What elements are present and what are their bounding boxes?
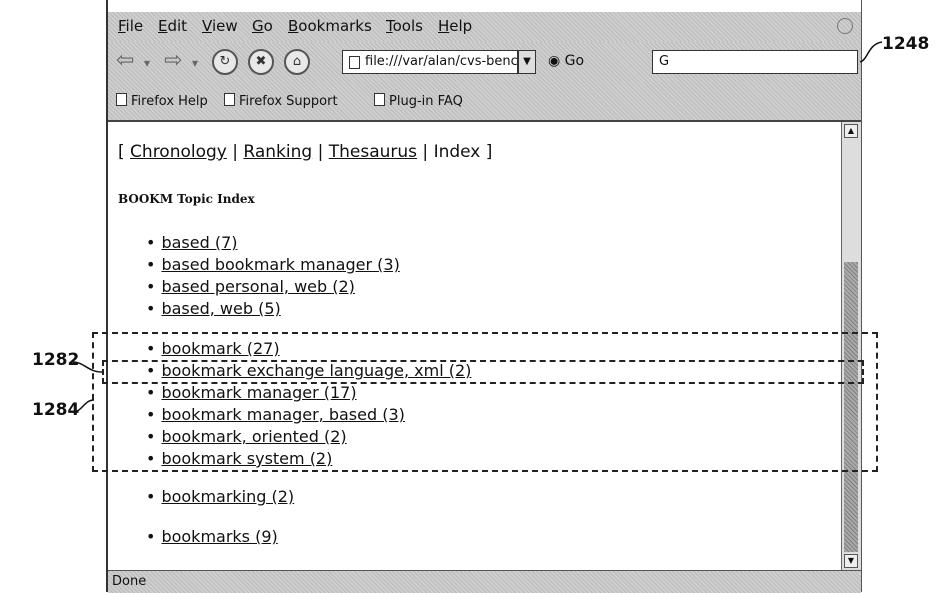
leader-line-1282 [72, 361, 103, 373]
home-icon[interactable]: ⌂ [284, 49, 310, 75]
nav-sep: | [232, 142, 238, 162]
go-button[interactable]: ◉ Go [548, 53, 584, 69]
nav-bracket-open: [ [118, 142, 125, 162]
throbber-icon [837, 18, 853, 34]
menu-file[interactable]: File [118, 17, 143, 35]
bookmarks-toolbar: Firefox Help Firefox Support Plug-in FAQ [108, 82, 861, 122]
topic-group-bookmarks: bookmarks (9) [146, 526, 277, 548]
menu-tools[interactable]: Tools [386, 17, 423, 35]
navigation-toolbar: ⇦ ▾ ⇨ ▾ ↻ ✖ ⌂ file:///var/alan/cvs-bench… [108, 42, 861, 83]
status-text: Done [112, 574, 147, 589]
menu-bar: File Edit View Go Bookmarks Tools Help [108, 12, 861, 43]
topic-link[interactable]: based, web (5) [161, 299, 280, 318]
page-icon [116, 93, 127, 106]
list-item: bookmarking (2) [146, 486, 294, 508]
page-icon [349, 56, 360, 69]
topic-link[interactable]: bookmarking (2) [161, 487, 294, 506]
nav-current-index: Index [433, 142, 481, 162]
scroll-up-icon[interactable]: ▲ [844, 124, 858, 138]
search-field[interactable]: G [652, 50, 858, 74]
scroll-down-icon[interactable]: ▼ [844, 554, 858, 568]
page-icon [224, 93, 235, 106]
nav-sep: | [317, 142, 324, 162]
bookmark-label: Firefox Help [131, 94, 208, 109]
highlight-box-outer [92, 332, 878, 472]
leader-line-1284 [72, 399, 95, 413]
nav-sep: | [422, 142, 429, 162]
menu-view[interactable]: View [202, 17, 238, 35]
search-value: G [659, 54, 670, 69]
list-item: based (7) [146, 232, 400, 254]
topic-group-based: based (7) based bookmark manager (3) bas… [146, 232, 400, 320]
nav-bracket-close: ] [485, 142, 493, 162]
menu-edit[interactable]: Edit [158, 17, 187, 35]
page-title: BOOKM Topic Index [118, 192, 255, 206]
nav-link-thesaurus[interactable]: Thesaurus [329, 142, 417, 162]
back-icon[interactable]: ⇦ [116, 48, 134, 73]
forward-icon[interactable]: ⇨ [164, 48, 182, 73]
list-item: bookmarks (9) [146, 526, 277, 548]
list-item: based, web (5) [146, 298, 400, 320]
url-field[interactable]: file:///var/alan/cvs-bench [342, 50, 518, 74]
callout-1248: 1248 [882, 34, 930, 54]
page-icon [374, 93, 385, 106]
bookmark-firefox-help[interactable]: Firefox Help [116, 93, 208, 109]
highlight-box-inner [102, 360, 864, 384]
bookmark-label: Plug-in FAQ [389, 94, 463, 109]
reload-icon[interactable]: ↻ [212, 49, 238, 75]
forward-dropdown-icon[interactable]: ▾ [192, 56, 198, 70]
url-text: file:///var/alan/cvs-bench [365, 54, 518, 69]
stop-icon[interactable]: ✖ [248, 49, 274, 75]
menu-help[interactable]: Help [438, 17, 472, 35]
nav-link-ranking[interactable]: Ranking [243, 142, 312, 162]
url-dropdown-button[interactable]: ▼ [518, 50, 536, 74]
status-bar: Done [108, 570, 861, 593]
topic-link[interactable]: bookmarks (9) [161, 527, 277, 546]
index-nav: [ Chronology | Ranking | Thesaurus | Ind… [118, 142, 492, 162]
bookmark-firefox-support[interactable]: Firefox Support [224, 93, 338, 109]
topic-link[interactable]: based personal, web (2) [161, 277, 354, 296]
browser-window: File Edit View Go Bookmarks Tools Help ⇦… [106, 0, 862, 593]
go-label: Go [564, 53, 585, 69]
menu-go[interactable]: Go [252, 17, 273, 35]
topic-link[interactable]: based (7) [161, 233, 237, 252]
bookmark-plugin-faq[interactable]: Plug-in FAQ [374, 93, 463, 109]
go-icon: ◉ [548, 53, 561, 69]
bookmark-label: Firefox Support [239, 94, 338, 109]
menu-bookmarks[interactable]: Bookmarks [288, 17, 372, 35]
list-item: based personal, web (2) [146, 276, 400, 298]
leader-line-1248 [859, 41, 883, 63]
topic-link[interactable]: based bookmark manager (3) [161, 255, 399, 274]
list-item: based bookmark manager (3) [146, 254, 399, 276]
back-dropdown-icon[interactable]: ▾ [144, 56, 150, 70]
topic-group-bookmarking: bookmarking (2) [146, 486, 294, 508]
nav-link-chronology[interactable]: Chronology [130, 142, 227, 162]
